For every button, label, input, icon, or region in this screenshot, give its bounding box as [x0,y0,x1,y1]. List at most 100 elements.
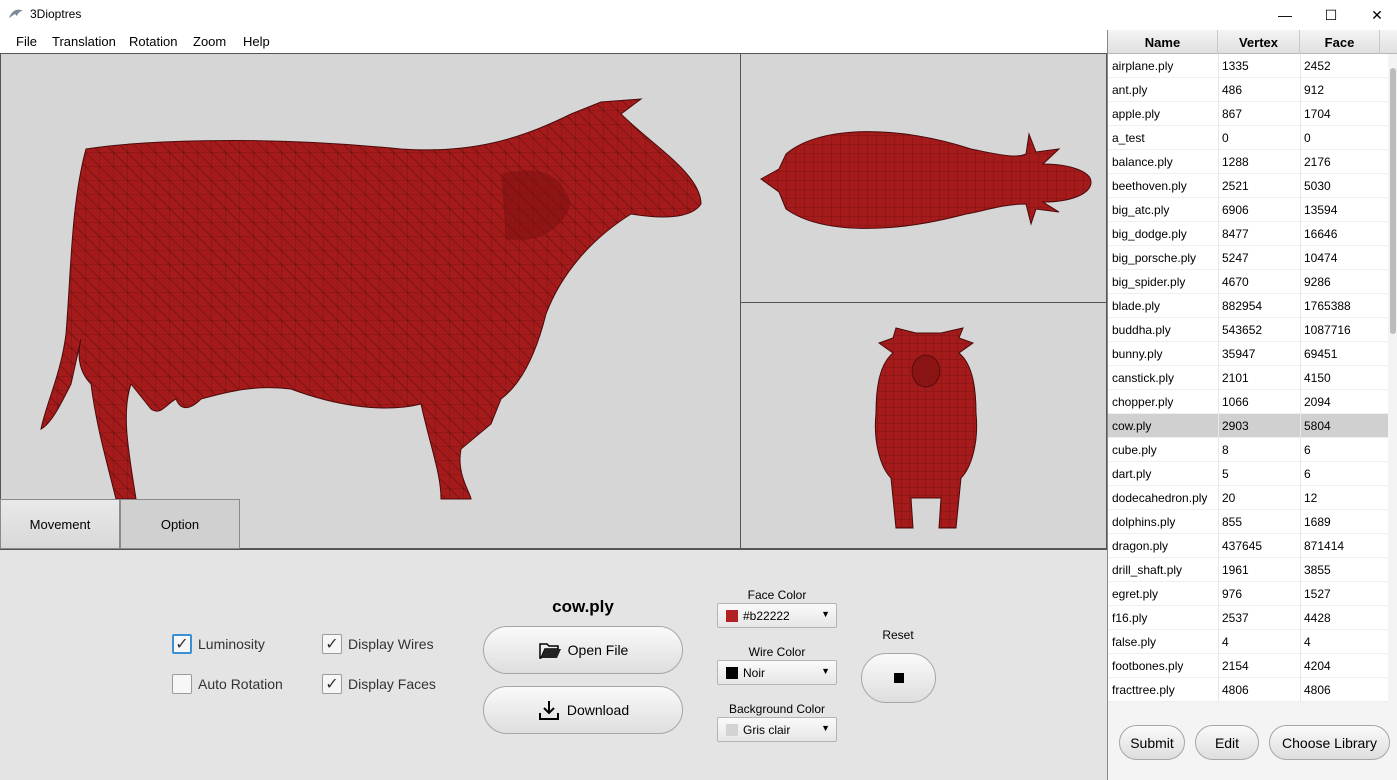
library-panel: Name Vertex Face airplane.ply 1335 2452 ant… [1107,30,1397,780]
cell-face: 4150 [1304,371,1331,385]
maximize-icon: ☐ [1324,6,1338,23]
table-row[interactable]: false.ply 4 4 [1108,630,1388,654]
tab-option[interactable]: Option [120,499,240,549]
table-row[interactable]: ant.ply 486 912 [1108,78,1388,102]
table-row[interactable]: canstick.ply 2101 4150 [1108,366,1388,390]
table-row[interactable]: cow.ply 2903 5804 [1108,414,1388,438]
face-color-value: #b22222 [743,609,790,623]
check-icon: ✓ [325,636,339,653]
cell-vertex: 437645 [1222,539,1263,553]
cell-face: 1689 [1304,515,1331,529]
table-row[interactable]: footbones.ply 2154 4204 [1108,654,1388,678]
table-row[interactable]: chopper.ply 1066 2094 [1108,390,1388,414]
maximize-button[interactable]: ☐ [1308,0,1354,30]
column-divider [1218,54,1219,702]
luminosity-label: Luminosity [198,636,265,652]
viewport-front[interactable] [740,302,1107,549]
column-header-face[interactable]: Face [1300,30,1380,54]
cell-face: 2176 [1304,155,1331,169]
menu-zoom[interactable]: Zoom [193,34,226,49]
cell-face: 13594 [1304,203,1338,217]
table-row[interactable]: drill_shaft.ply 1961 3855 [1108,558,1388,582]
cell-name: airplane.ply [1112,59,1174,73]
cell-name: apple.ply [1112,107,1161,121]
table-row[interactable]: fracttree.ply 4806 4806 [1108,678,1388,702]
submit-button[interactable]: Submit [1119,725,1185,760]
open-file-button[interactable]: Open File [483,626,683,674]
open-file-label: Open File [567,642,629,658]
choose-library-button[interactable]: Choose Library [1269,725,1390,760]
table-row[interactable]: dragon.ply 437645 871414 [1108,534,1388,558]
current-file-name: cow.ply [552,597,614,616]
table-row[interactable]: airplane.ply 1335 2452 [1108,54,1388,78]
table-row[interactable]: buddha.ply 543652 1087716 [1108,318,1388,342]
menu-translation[interactable]: Translation [52,34,116,49]
cell-face: 12 [1304,491,1318,505]
edit-button[interactable]: Edit [1195,725,1259,760]
folder-open-icon [538,643,561,659]
display-wires-checkbox[interactable]: ✓ [322,634,342,654]
table-row[interactable]: a_test 0 0 [1108,126,1388,150]
download-button[interactable]: Download [483,686,683,734]
column-header-vertex[interactable]: Vertex [1218,30,1300,54]
menu-file[interactable]: File [16,34,37,49]
table-row[interactable]: big_dodge.ply 8477 16646 [1108,222,1388,246]
cell-vertex: 882954 [1222,299,1263,313]
cell-face: 2094 [1304,395,1331,409]
table-row[interactable]: egret.ply 976 1527 [1108,582,1388,606]
cell-face: 6 [1304,467,1311,481]
table-row[interactable]: big_atc.ply 6906 13594 [1108,198,1388,222]
minimize-icon: — [1278,7,1292,23]
menu-bar: File Translation Rotation Zoom Help [0,30,1107,54]
table-row[interactable]: dodecahedron.ply 20 12 [1108,486,1388,510]
cell-name: dart.ply [1112,467,1152,481]
cell-vertex: 20 [1222,491,1236,505]
table-row[interactable]: blade.ply 882954 1765388 [1108,294,1388,318]
cow-top-model [760,131,1092,229]
chevron-down-icon: ▼ [821,666,830,676]
table-row[interactable]: f16.ply 2537 4428 [1108,606,1388,630]
cell-name: ant.ply [1112,83,1148,97]
close-button[interactable]: ✕ [1354,0,1397,30]
table-row[interactable]: dart.ply 5 6 [1108,462,1388,486]
table-row[interactable]: beethoven.ply 2521 5030 [1108,174,1388,198]
menu-rotation[interactable]: Rotation [129,34,177,49]
wire-color-picker[interactable]: Noir ▼ [717,660,837,685]
background-color-swatch [726,724,738,736]
display-faces-label: Display Faces [348,676,436,692]
menu-help[interactable]: Help [243,34,270,49]
table-row[interactable]: cube.ply 8 6 [1108,438,1388,462]
viewport-top[interactable] [740,53,1107,303]
face-color-picker[interactable]: #b22222 ▼ [717,603,837,628]
scrollbar-thumb[interactable] [1390,68,1396,334]
table-row[interactable]: big_spider.ply 4670 9286 [1108,270,1388,294]
tab-movement[interactable]: Movement [0,499,120,549]
cow-side-model [40,98,702,500]
title-bar: 3Dioptres — ☐ ✕ [0,0,1397,30]
cell-name: big_dodge.ply [1112,227,1187,241]
table-row[interactable]: balance.ply 1288 2176 [1108,150,1388,174]
auto-rotation-label: Auto Rotation [198,676,283,692]
background-color-picker[interactable]: Gris clair ▼ [717,717,837,742]
table-row[interactable]: dolphins.ply 855 1689 [1108,510,1388,534]
auto-rotation-checkbox[interactable] [172,674,192,694]
cell-face: 0 [1304,131,1311,145]
table-row[interactable]: apple.ply 867 1704 [1108,102,1388,126]
table-scrollbar[interactable] [1388,54,1397,702]
cell-face: 6 [1304,443,1311,457]
luminosity-checkbox[interactable]: ✓ [172,634,192,654]
download-label: Download [566,702,630,718]
table-row[interactable]: big_porsche.ply 5247 10474 [1108,246,1388,270]
cell-face: 5030 [1304,179,1331,193]
minimize-button[interactable]: — [1262,0,1308,30]
display-faces-checkbox[interactable]: ✓ [322,674,342,694]
cell-name: egret.ply [1112,587,1159,601]
reset-label: Reset [882,628,914,642]
column-header-name[interactable]: Name [1108,30,1218,54]
cell-vertex: 867 [1222,107,1243,121]
reset-button[interactable] [861,653,936,703]
viewport-side[interactable] [0,53,741,549]
cell-vertex: 6906 [1222,203,1249,217]
table-row[interactable]: bunny.ply 35947 69451 [1108,342,1388,366]
cell-name: balance.ply [1112,155,1173,169]
